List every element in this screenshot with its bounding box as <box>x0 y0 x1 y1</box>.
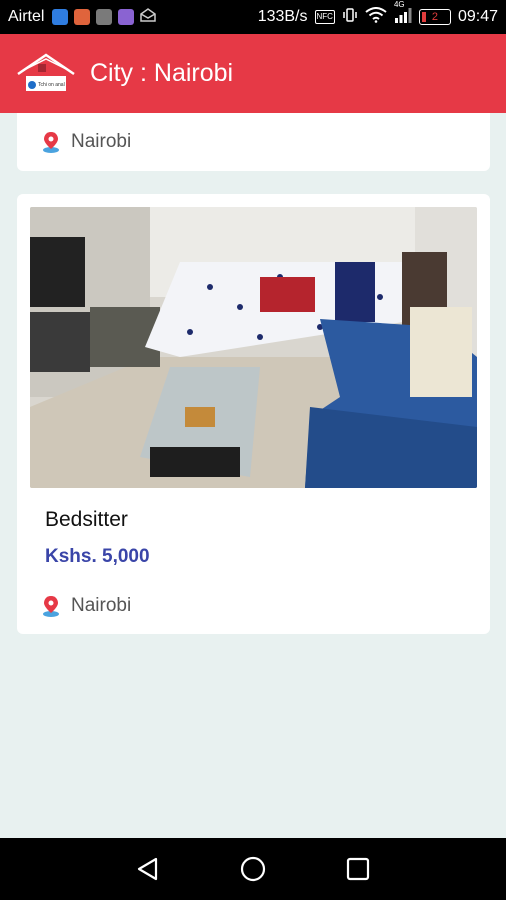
battery-level: 2 <box>431 11 439 23</box>
notification-gallery-icon <box>96 9 113 25</box>
location-row: Nairobi <box>41 595 131 617</box>
back-button[interactable] <box>134 855 162 883</box>
network-speed: 133B/s <box>257 8 308 25</box>
notification-app-icon <box>52 9 69 25</box>
home-icon <box>240 856 266 882</box>
app-logo: Tchi on anal <box>17 52 75 91</box>
network-type: 4G <box>393 0 405 9</box>
location-pin-icon <box>43 596 59 617</box>
listing-title: Bedsitter <box>45 508 128 531</box>
status-bar: Airtel 133B/s NFC 4G 2 09:47 <box>0 0 506 34</box>
battery-icon: 2 <box>418 9 451 25</box>
recents-button[interactable] <box>344 855 372 883</box>
location-pin-icon <box>43 132 59 153</box>
wifi-icon <box>365 6 387 28</box>
notification-app-icon <box>74 9 91 25</box>
vibrate-icon <box>342 7 358 28</box>
home-button[interactable] <box>239 855 267 883</box>
notification-chat-icon <box>118 9 135 25</box>
clock: 09:47 <box>457 8 498 25</box>
logo-text: Tchi on anal <box>38 82 65 88</box>
location-row: Nairobi <box>41 131 131 153</box>
carrier-label: Airtel <box>8 8 45 25</box>
system-nav-bar <box>0 838 506 900</box>
listing-card[interactable]: Nairobi <box>17 113 490 171</box>
bedsitter-room-photo <box>30 207 477 488</box>
listing-price: Kshs. 5,000 <box>45 546 150 567</box>
signal-icon: 4G <box>394 0 412 28</box>
back-icon <box>138 857 158 881</box>
listing-card[interactable]: Bedsitter Kshs. 5,000 Nairobi <box>17 194 490 634</box>
nfc-icon: NFC <box>314 10 335 24</box>
listing-location: Nairobi <box>71 131 132 152</box>
listing-location: Nairobi <box>71 595 132 616</box>
mail-icon <box>140 7 157 27</box>
app-bar: Tchi on anal City : Nairobi <box>0 34 506 113</box>
listing-photo[interactable] <box>30 207 477 488</box>
page-title: City : Nairobi <box>90 59 234 87</box>
recents-icon <box>346 857 369 881</box>
